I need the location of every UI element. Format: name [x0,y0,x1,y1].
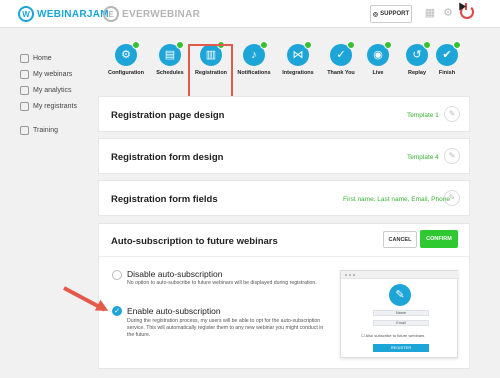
step-label: Live [372,70,384,76]
sidebar-item-my-analytics[interactable]: My analytics [0,82,90,98]
confirm-button[interactable]: CONFIRM [420,230,458,248]
section-title: Registration page design [111,110,225,121]
step-label: Integrations [282,70,314,76]
section-title: Registration form fields [111,194,218,205]
sidebar-item-label: My registrants [33,102,77,110]
top-bar: W WEBINARJAM E EVERWEBINAR ◎ SUPPORT ▦ ⚙ [0,0,500,28]
sidebar-item-label: My analytics [33,86,72,94]
edit-pencil-icon[interactable]: ✎ [444,190,460,206]
sidebar-item-training[interactable]: Training [0,122,90,138]
registration-form-design-card: Registration form design Template 4 ✎ [98,138,470,174]
account-icon[interactable]: ⚙ [442,7,454,19]
home-icon [20,53,29,63]
step-integrations[interactable]: ⋈ Integrations [275,41,321,76]
section-value: Template 4 [407,154,439,161]
everwebinar-logo-text: EVERWEBINAR [122,8,201,20]
registration-form-fields-card: Registration form fields First name, Las… [98,180,470,216]
preview-subscribe-checkbox-label: ☐ Also subscribe to future webinars [361,333,425,338]
calendar-icon: ▤ [159,41,184,66]
sidebar: Home My webinars My analytics My registr… [0,50,90,138]
disable-auto-subscription-radio[interactable] [112,270,122,280]
step-label: Thank You [327,70,355,76]
preview-email-field: Email [373,320,429,326]
support-icon: ◎ [372,11,379,18]
check-badge-icon [132,41,140,49]
check-badge-icon [347,41,355,49]
webinarjam-logo-icon: W [18,6,34,22]
step-label: Notifications [237,70,271,76]
step-label: Schedules [156,70,184,76]
analytics-icon [20,85,29,95]
monitor-icon [20,69,29,79]
step-finish[interactable]: ✔ Finish [424,41,470,76]
check-badge-icon [384,41,392,49]
sidebar-item-label: My webinars [33,70,73,78]
bell-icon: ♪ [243,41,268,66]
sidebar-item-label: Home [33,54,52,62]
cancel-button[interactable]: CANCEL [383,231,417,248]
step-configuration[interactable]: ⚙ Configuration [103,41,149,76]
preview-name-field: Name [373,310,429,316]
training-icon [20,125,29,135]
share-icon: ⋈ [287,41,312,66]
registrants-icon [20,101,29,111]
option-description: During the registration process, my user… [127,318,324,338]
check-badge-icon [176,41,184,49]
window-dot-icon [353,274,355,276]
registration-form-preview: ✎ Name Email ☐ Also subscribe to future … [340,270,459,358]
pen-icon: ✎ [389,284,411,306]
window-dot-icon [349,274,351,276]
edit-pencil-icon[interactable]: ✎ [444,106,460,122]
sidebar-divider [0,114,90,122]
option-title: Enable auto-subscription [127,306,221,316]
section-title: Auto-subscription to future webinars [111,236,278,247]
sidebar-item-home[interactable]: Home [0,50,90,66]
preview-subscribe-text: Also subscribe to future webinars [365,333,425,338]
section-value: First name, Last name, Email, Phone [343,196,450,203]
support-button[interactable]: ◎ SUPPORT [370,5,412,23]
sidebar-item-my-webinars[interactable]: My webinars [0,66,90,82]
everwebinar-logo-icon: E [103,6,119,22]
section-title: Registration form design [111,152,224,163]
window-dot-icon [345,274,347,276]
step-notifications[interactable]: ♪ Notifications [231,41,277,76]
webinarjam-logo[interactable]: W WEBINARJAM [18,6,109,22]
active-step-highlight [188,44,233,98]
setup-steps: ⚙ Configuration ▤ Schedules ▥ Registrati… [100,41,470,94]
step-label: Finish [438,70,456,76]
step-schedules[interactable]: ▤ Schedules [147,41,193,76]
edit-pencil-icon[interactable]: ✎ [444,148,460,164]
option-description: No option to auto-subscribe to future we… [127,280,317,286]
gear-icon: ⚙ [115,41,140,66]
check-badge-icon [304,41,312,49]
section-value: Template 1 [407,112,439,119]
card-divider [99,256,469,257]
sidebar-item-my-registrants[interactable]: My registrants [0,98,90,114]
finish-icon: ✔ [436,41,461,66]
broadcast-icon: ◉ [367,41,392,66]
thumbs-up-icon: ✓ [330,41,355,66]
option-title: Disable auto-subscription [127,269,223,279]
check-badge-icon [260,41,268,49]
support-label: SUPPORT [380,11,410,17]
check-badge-icon [453,41,461,49]
dashboard-icon[interactable]: ▦ [424,7,436,19]
registration-page-design-card: Registration page design Template 1 ✎ [98,96,470,132]
everwebinar-logo[interactable]: E EVERWEBINAR [103,6,200,22]
sidebar-item-label: Training [33,126,59,134]
step-label: Configuration [107,70,145,76]
enable-auto-subscription-radio[interactable]: ✓ [112,306,122,316]
preview-window-bar [341,271,459,279]
preview-register-button: REGISTER [373,344,429,352]
webinarjam-logo-text: WEBINARJAM [37,8,109,20]
